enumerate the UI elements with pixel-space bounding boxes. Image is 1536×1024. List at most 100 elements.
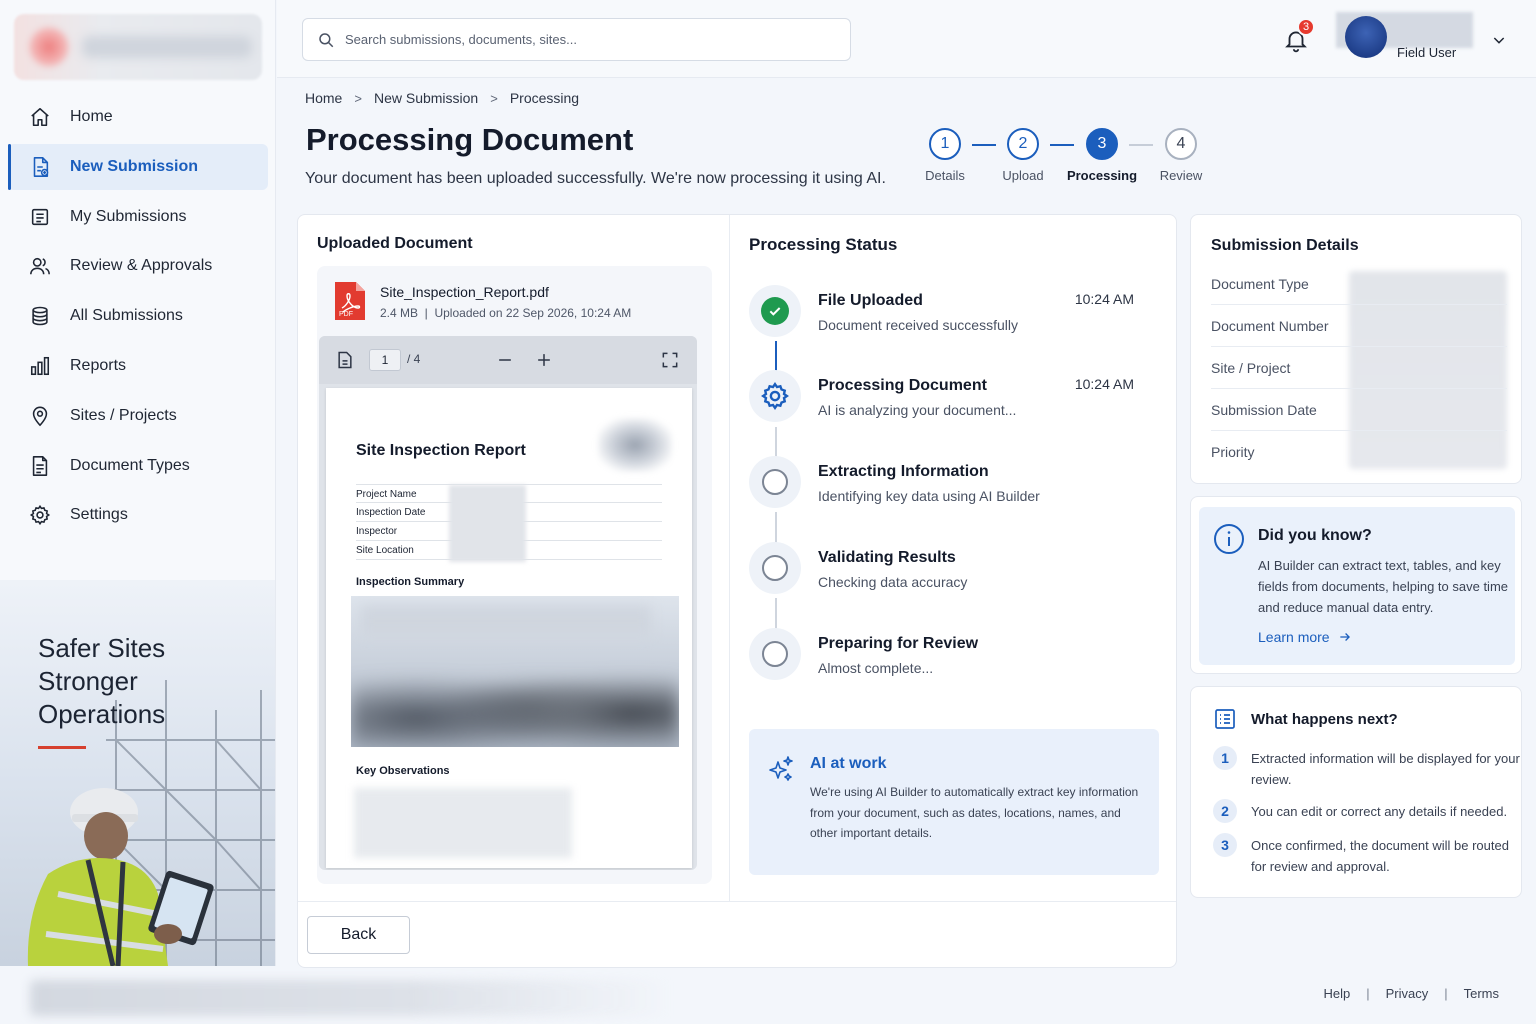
ai-title: AI at work [810,755,887,772]
step-number: 4 [1165,128,1197,160]
sidebar-nav: Home New Submission My Submissions Revie… [8,94,268,542]
step-details[interactable]: 1 Details [905,128,985,183]
document-observations-heading: Key Observations [356,765,450,777]
timeline-step-processing-document: Processing Document AI is analyzing your… [749,370,1159,430]
step-subtitle: Document received successfully [818,317,1018,333]
breadcrumb-home[interactable]: Home [305,90,342,106]
worker-illustration [27,788,214,966]
detail-label: Document Number [1211,305,1507,347]
fullscreen-icon[interactable] [660,350,680,370]
document-preview-page: Site Inspection Report Project Name Insp… [326,388,692,868]
did-you-know-title: Did you know? [1258,527,1372,544]
step-time: 10:24 AM [1074,376,1134,392]
sidebar-item-new-submission[interactable]: New Submission [8,143,268,190]
timeline-connector [775,427,777,457]
page-number-input[interactable]: 1 [369,349,401,371]
processing-card: Uploaded Document PDF Site_Inspection_Re… [297,214,1177,968]
list-number: 3 [1213,833,1237,857]
step-status [749,370,801,422]
sidebar-item-all-submissions[interactable]: All Submissions [8,293,268,339]
promo-accent-bar [38,746,86,749]
page-title: Processing Document [306,122,634,157]
sidebar-item-label: All Submissions [70,307,183,325]
location-pin-icon [28,404,52,428]
sidebar-item-label: My Submissions [70,207,187,225]
step-status [749,628,801,680]
file-meta: 2.4 MB | Uploaded on 22 Sep 2026, 10:24 … [380,306,632,320]
top-bar: 3 Field User [277,0,1536,78]
database-icon [28,304,52,328]
notification-count-badge: 3 [1297,18,1315,36]
zoom-in-icon[interactable] [534,350,554,370]
step-subtitle: Almost complete... [818,660,934,676]
timeline-step-preparing-for-review: Preparing for Review Almost complete... [749,628,1159,688]
step-label: Processing [1066,168,1138,183]
did-you-know-card: Did you know? AI Builder can extract tex… [1190,496,1522,674]
step-title: Extracting Information [818,463,989,480]
step-number: 3 [1086,128,1118,160]
sidebar-item-label: Document Types [70,456,190,474]
app-logo[interactable] [14,14,262,80]
list-text: Once confirmed, the document will be rou… [1251,838,1509,874]
step-label: Details [925,168,965,183]
sidebar-item-settings[interactable]: Settings [8,492,268,538]
document-photo [351,596,679,747]
what-happens-next-card: What happens next? 1 Extracted informati… [1190,686,1522,898]
promo-headline: Safer Sites Stronger Operations [38,633,166,729]
file-name: Site_Inspection_Report.pdf [380,284,549,300]
step-upload[interactable]: 2 Upload [983,128,1063,183]
sidebar-item-label: Reports [70,356,127,374]
sidebar-item-my-submissions[interactable]: My Submissions [8,194,268,240]
sparkles-icon [769,756,793,781]
back-button[interactable]: Back [307,916,410,954]
step-title: Processing Document [818,377,987,394]
page-total: / 4 [407,352,421,366]
detail-label: Priority [1211,444,1255,460]
logo-mark [28,26,70,68]
sidebar-item-document-types[interactable]: Document Types [8,443,268,489]
zoom-out-icon[interactable] [495,350,515,370]
viewer-toolbar: 1 / 4 [319,336,697,384]
chevron-right-icon: > [490,90,498,106]
timeline-step-extracting-information: Extracting Information Identifying key d… [749,456,1159,516]
step-subtitle: Checking data accuracy [818,574,968,590]
sidebar-item-label: New Submission [70,157,199,175]
step-title: Preparing for Review [818,635,979,652]
avatar[interactable] [1345,16,1387,58]
uploaded-file-panel: PDF Site_Inspection_Report.pdf 2.4 MB | … [317,266,712,884]
chevron-right-icon: > [354,90,362,106]
footer-link-help[interactable]: Help [1323,986,1350,1001]
did-you-know-text: AI Builder can extract text, tables, and… [1258,558,1509,615]
sidebar-item-sites-projects[interactable]: Sites / Projects [8,393,268,439]
footer-link-terms[interactable]: Terms [1464,986,1499,1001]
breadcrumb-new-submission[interactable]: New Submission [374,90,478,106]
sidebar-item-label: Review & Approvals [70,257,213,275]
sidebar-item-review-approvals[interactable]: Review & Approvals [8,243,268,289]
ai-description: We're using AI Builder to automatically … [810,785,1139,840]
timeline-connector [775,512,777,543]
gear-icon [761,382,789,410]
list-number: 2 [1213,799,1237,823]
timeline-step-file-uploaded: File Uploaded Document received successf… [749,285,1159,345]
column-divider [729,215,730,901]
footer-link-privacy[interactable]: Privacy [1386,986,1429,1001]
search-icon [319,32,334,47]
sidebar: Home New Submission My Submissions Revie… [0,0,276,966]
footer-links: Help | Privacy | Terms [1323,986,1499,1001]
step-processing: 3 Processing [1062,128,1142,183]
search-input[interactable] [345,32,825,47]
learn-more-link[interactable]: Learn more [1258,629,1352,645]
page-thumbnails-icon[interactable] [335,350,355,370]
sidebar-item-reports[interactable]: Reports [8,343,268,389]
file-text-icon [28,454,52,478]
timeline-connector [775,341,777,371]
arrow-right-icon [1339,633,1350,641]
footer-separator: | [1366,986,1370,1001]
detail-label: Submission Date [1211,389,1507,431]
step-title: File Uploaded [818,292,923,309]
step-label: Upload [1002,168,1044,183]
search-box[interactable] [302,18,851,61]
footer-copyright [30,980,670,1016]
sidebar-item-home[interactable]: Home [8,94,268,140]
chevron-down-icon[interactable] [1491,32,1507,48]
